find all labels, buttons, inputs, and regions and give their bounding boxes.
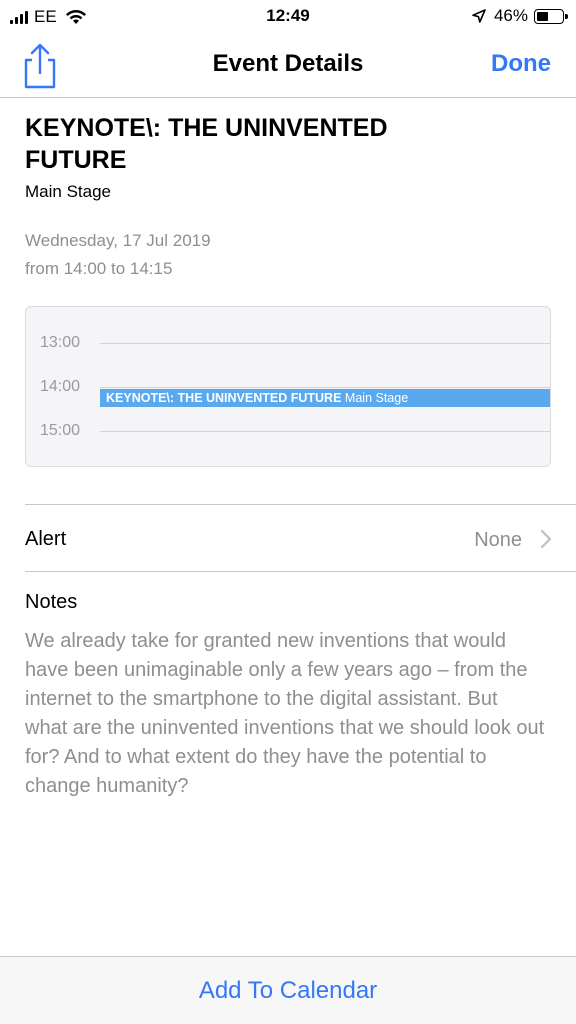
hour-divider bbox=[100, 431, 550, 432]
battery-level bbox=[537, 11, 549, 21]
hour-row: 15:00 bbox=[26, 422, 550, 442]
hour-divider bbox=[100, 387, 550, 388]
status-right: 46% bbox=[472, 6, 568, 26]
location-arrow-icon bbox=[472, 9, 486, 23]
bottom-toolbar: Add To Calendar bbox=[0, 956, 576, 1024]
preview-event-location: Main Stage bbox=[344, 391, 409, 405]
event-title: KEYNOTE\: THE UNINVENTED FUTURE bbox=[25, 114, 388, 174]
alert-row[interactable]: Alert None bbox=[0, 505, 576, 571]
divider bbox=[25, 571, 576, 572]
hour-label: 14:00 bbox=[40, 378, 81, 395]
hour-row: 13:00 bbox=[26, 334, 550, 354]
share-icon[interactable] bbox=[20, 42, 60, 90]
battery-percentage: 46% bbox=[493, 6, 528, 25]
notes-text: We already take for granted new inventio… bbox=[25, 630, 545, 797]
battery-icon bbox=[534, 8, 568, 24]
preview-event-block[interactable]: KEYNOTE\: THE UNINVENTED FUTURE Main Sta… bbox=[100, 389, 550, 407]
event-date: Wednesday, 17 Jul 2019 bbox=[25, 231, 211, 250]
hour-divider bbox=[100, 343, 550, 344]
alert-value: None bbox=[474, 529, 522, 551]
notes-label: Notes bbox=[25, 591, 78, 613]
hour-label: 13:00 bbox=[40, 334, 81, 351]
done-button[interactable]: Done bbox=[491, 50, 551, 78]
add-to-calendar-button[interactable]: Add To Calendar bbox=[0, 977, 576, 1005]
navigation-bar: Event Details Done bbox=[0, 34, 576, 98]
page-title: Event Details bbox=[212, 50, 364, 77]
event-details-screen: EE 12:49 46% Event Details Done KEYNOTE\… bbox=[0, 0, 576, 1024]
hour-label: 15:00 bbox=[40, 422, 81, 439]
alert-label: Alert bbox=[25, 528, 67, 550]
status-bar: EE 12:49 46% bbox=[0, 0, 576, 34]
preview-event-title: KEYNOTE\: THE UNINVENTED FUTURE bbox=[106, 391, 342, 405]
event-location: Main Stage bbox=[25, 182, 111, 201]
event-time-range: from 14:00 to 14:15 bbox=[25, 259, 173, 278]
chevron-right-icon bbox=[540, 529, 552, 549]
day-preview: 13:00 14:00 15:00 KEYNOTE\: THE UNINVENT… bbox=[25, 306, 551, 467]
